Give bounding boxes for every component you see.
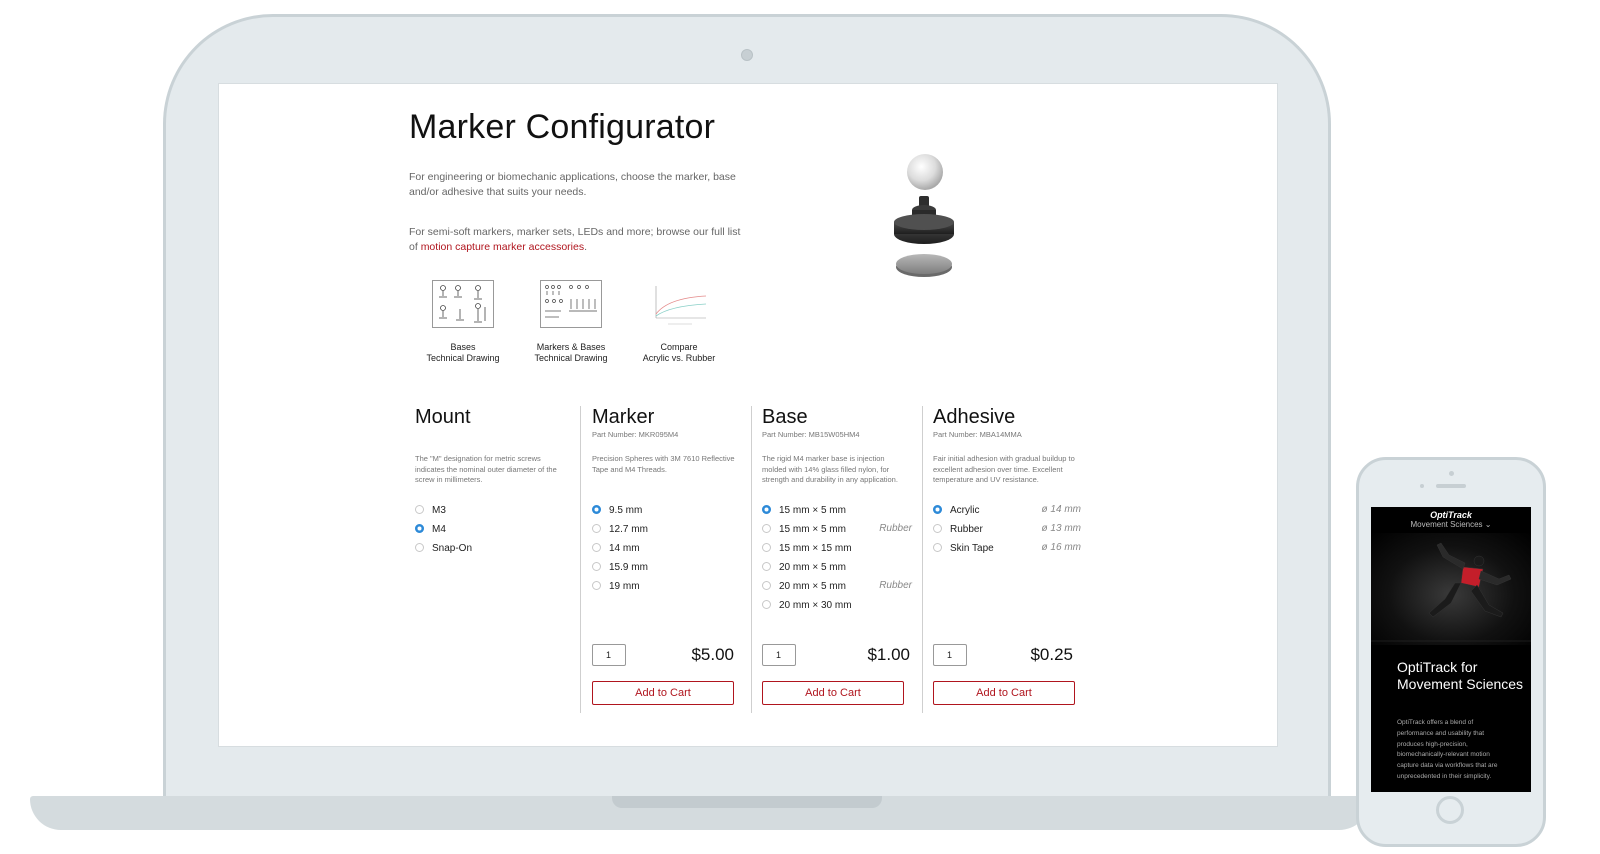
doc-label: Acrylic vs. Rubber xyxy=(642,353,716,363)
radio-icon[interactable] xyxy=(592,581,601,590)
radio-selected-icon[interactable] xyxy=(592,505,601,514)
radio-icon[interactable] xyxy=(762,600,771,609)
marker-product-image xyxy=(884,150,964,285)
base-part-number: Part Number: MB15W05HM4 xyxy=(762,430,860,439)
phone-hero-title: OptiTrack for Movement Sciences xyxy=(1397,659,1524,692)
adhesive-quantity-input[interactable]: 1 xyxy=(933,644,967,666)
adhesive-option-note: ø 13 mm xyxy=(1041,523,1081,534)
base-add-to-cart-button[interactable]: Add to Cart xyxy=(762,681,904,705)
base-quantity-input[interactable]: 1 xyxy=(762,644,796,666)
radio-selected-icon[interactable] xyxy=(933,505,942,514)
marker-price: $5.00 xyxy=(691,645,734,664)
phone-speaker xyxy=(1436,484,1466,488)
base-option-note: Rubber xyxy=(879,580,912,591)
base-title: Base xyxy=(762,406,808,428)
phone-nav-dropdown[interactable]: Movement Sciences ⌄ xyxy=(1371,520,1531,529)
marker-option[interactable]: 19 mm xyxy=(592,580,640,594)
column-divider xyxy=(922,406,923,713)
column-divider xyxy=(751,406,752,713)
doc-label: Compare xyxy=(660,342,698,352)
marker-option[interactable]: 14 mm xyxy=(592,542,640,556)
marker-option[interactable]: 9.5 mm xyxy=(592,504,642,518)
adhesive-add-to-cart-button[interactable]: Add to Cart xyxy=(933,681,1075,705)
radio-icon[interactable] xyxy=(415,505,424,514)
phone-camera xyxy=(1449,471,1454,476)
bases-drawing-thumbnail xyxy=(432,280,494,328)
radio-icon[interactable] xyxy=(762,543,771,552)
adhesive-option-note: ø 14 mm xyxy=(1041,504,1081,515)
adhesive-option-rubber[interactable]: Rubber xyxy=(933,523,983,537)
mount-option-m4[interactable]: M4 xyxy=(415,523,446,537)
adhesive-price: $0.25 xyxy=(1030,645,1073,664)
phone-sensor xyxy=(1420,484,1424,488)
radio-icon[interactable] xyxy=(762,581,771,590)
laptop-notch xyxy=(612,796,882,808)
doc-label: Technical Drawing xyxy=(534,353,608,363)
markers-bases-drawing-thumbnail xyxy=(540,280,602,328)
radio-icon[interactable] xyxy=(933,524,942,533)
radio-icon[interactable] xyxy=(762,524,771,533)
intro-text-accessories: For semi-soft markers, marker sets, LEDs… xyxy=(409,226,741,253)
radio-icon[interactable] xyxy=(415,543,424,552)
base-option[interactable]: 15 mm × 15 mm xyxy=(762,542,852,556)
marker-add-to-cart-button[interactable]: Add to Cart xyxy=(592,681,734,705)
adhesive-option-skin-tape[interactable]: Skin Tape xyxy=(933,542,994,556)
radio-icon[interactable] xyxy=(592,562,601,571)
phone-hero-body: OptiTrack offers a blend of performance … xyxy=(1397,719,1498,780)
marker-part-number: Part Number: MKR095M4 xyxy=(592,430,679,439)
phone-screen: OptiTrack Movement Sciences ⌄ OptiTrack … xyxy=(1371,507,1531,792)
compare-chart-thumbnail xyxy=(648,280,710,328)
adhesive-part-number: Part Number: MBA14MMA xyxy=(933,430,1022,439)
compare-acrylic-rubber-link[interactable]: Compare Acrylic vs. Rubber xyxy=(624,280,734,364)
base-option[interactable]: 20 mm × 5 mm xyxy=(762,580,846,594)
phone-brand-logo[interactable]: OptiTrack xyxy=(1371,510,1531,520)
laptop-screen: Marker Configurator For engineering or b… xyxy=(218,83,1278,747)
base-option-note: Rubber xyxy=(879,523,912,534)
base-option[interactable]: 15 mm × 5 mm xyxy=(762,523,846,537)
adhesive-title: Adhesive xyxy=(933,406,1016,428)
doc-label: Technical Drawing xyxy=(426,353,500,363)
marker-quantity-input[interactable]: 1 xyxy=(592,644,626,666)
radio-selected-icon[interactable] xyxy=(415,524,424,533)
adhesive-option-acrylic[interactable]: Acrylic xyxy=(933,504,979,518)
base-option[interactable]: 15 mm × 5 mm xyxy=(762,504,846,518)
adhesive-column: Adhesive Part Number: MBA14MMA Fair init… xyxy=(933,406,1083,713)
doc-label: Bases xyxy=(450,342,476,352)
base-description: The rigid M4 marker base is injection mo… xyxy=(762,454,898,484)
base-column: Base Part Number: MB15W05HM4 The rigid M… xyxy=(762,406,912,713)
marker-option[interactable]: 12.7 mm xyxy=(592,523,648,537)
bases-drawing-link[interactable]: Bases Technical Drawing xyxy=(408,280,518,364)
base-option[interactable]: 20 mm × 5 mm xyxy=(762,561,846,575)
mount-option-m3[interactable]: M3 xyxy=(415,504,446,518)
phone-hero-image xyxy=(1371,533,1531,645)
radio-icon[interactable] xyxy=(762,562,771,571)
markers-bases-drawing-link[interactable]: Markers & Bases Technical Drawing xyxy=(516,280,626,364)
marker-column: Marker Part Number: MKR095M4 Precision S… xyxy=(592,406,747,713)
radio-icon[interactable] xyxy=(592,543,601,552)
mount-description: The "M" designation for metric screws in… xyxy=(415,454,557,484)
laptop-camera xyxy=(741,49,753,61)
adhesive-option-note: ø 16 mm xyxy=(1041,542,1081,553)
page-title: Marker Configurator xyxy=(409,108,716,146)
mount-column: Mount The "M" designation for metric scr… xyxy=(415,406,575,713)
marker-option[interactable]: 15.9 mm xyxy=(592,561,648,575)
phone-home-button xyxy=(1436,796,1464,824)
base-price: $1.00 xyxy=(867,645,910,664)
radio-icon[interactable] xyxy=(592,524,601,533)
radio-selected-icon[interactable] xyxy=(762,505,771,514)
mount-option-snap-on[interactable]: Snap-On xyxy=(415,542,472,556)
adhesive-description: Fair initial adhesion with gradual build… xyxy=(933,454,1075,484)
accessories-link[interactable]: motion capture marker accessories xyxy=(421,241,584,253)
base-option[interactable]: 20 mm × 30 mm xyxy=(762,599,852,613)
mount-title: Mount xyxy=(415,406,471,428)
doc-label: Markers & Bases xyxy=(536,342,606,352)
column-divider xyxy=(580,406,581,713)
marker-title: Marker xyxy=(592,406,655,428)
marker-description: Precision Spheres with 3M 7610 Reflectiv… xyxy=(592,454,735,474)
intro-text: For engineering or biomechanic applicati… xyxy=(409,171,736,198)
radio-icon[interactable] xyxy=(933,543,942,552)
